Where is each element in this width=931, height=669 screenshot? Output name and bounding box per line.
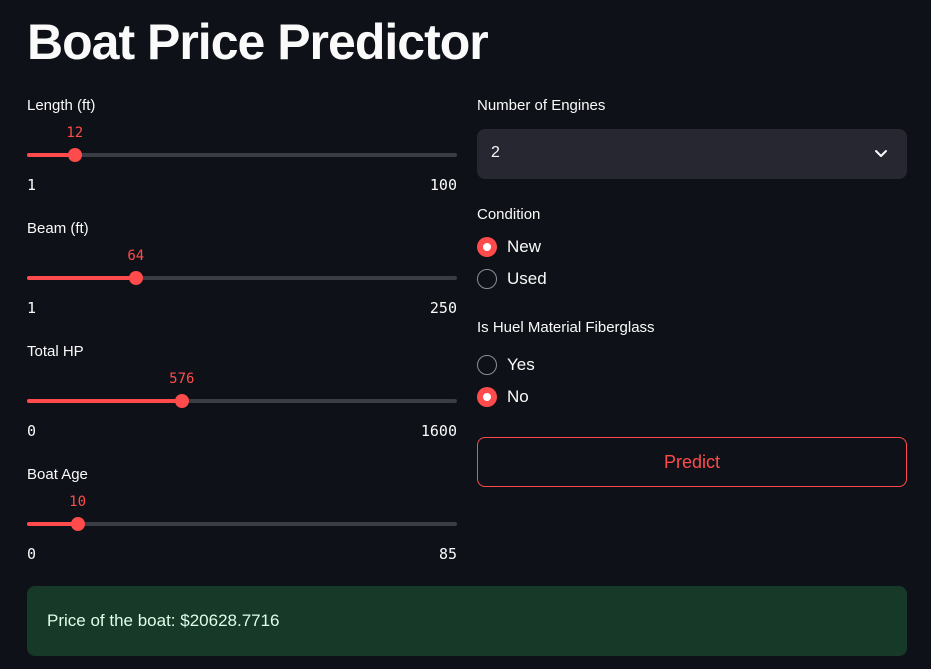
beam-slider-label: Beam (ft) [27, 220, 89, 237]
total-hp-slider-value: 576 [169, 371, 195, 387]
boat-age-slider-track[interactable] [27, 522, 457, 526]
boat-age-slider-min: 0 [27, 545, 37, 563]
condition-used-label: Used [507, 269, 547, 288]
fiberglass-option-yes[interactable]: Yes [477, 349, 907, 381]
beam-slider-fill [27, 276, 136, 280]
length-slider-thumb[interactable] [67, 148, 82, 162]
fiberglass-label: Is Huel Material Fiberglass [477, 319, 655, 336]
condition-new-radio[interactable] [477, 237, 497, 257]
result-text: Price of the boat: $20628.7716 [47, 611, 280, 630]
length-slider-value: 12 [66, 125, 84, 141]
length-slider[interactable]: Length (ft) 12 1 100 [27, 96, 457, 219]
beam-slider-area[interactable]: 64 [27, 245, 457, 299]
fiberglass-no-radio[interactable] [477, 387, 497, 407]
engines-select-group: Number of Engines 2 [477, 96, 907, 179]
condition-used-radio[interactable] [477, 269, 497, 289]
beam-slider-thumb[interactable] [128, 271, 143, 285]
total-hp-slider-min: 0 [27, 422, 37, 440]
boat-age-slider-ticks: 0 85 [27, 545, 457, 565]
condition-new-label: New [507, 237, 542, 256]
total-hp-slider-area[interactable]: 576 [27, 368, 457, 422]
right-column: Number of Engines 2 Condition New Used I… [477, 96, 907, 487]
fiberglass-yes-label: Yes [507, 355, 535, 374]
total-hp-slider[interactable]: Total HP 576 0 1600 [27, 342, 457, 465]
boat-age-slider-value: 10 [69, 494, 87, 510]
beam-slider-min: 1 [27, 299, 37, 317]
total-hp-slider-label: Total HP [27, 343, 84, 360]
engines-select[interactable]: 2 [477, 129, 907, 179]
chevron-down-icon[interactable] [873, 145, 889, 161]
boat-age-slider[interactable]: Boat Age 10 0 85 [27, 465, 457, 588]
condition-option-new[interactable]: New [477, 231, 907, 263]
beam-slider-ticks: 1 250 [27, 299, 457, 319]
fiberglass-yes-radio[interactable] [477, 355, 497, 375]
beam-slider[interactable]: Beam (ft) 64 1 250 [27, 219, 457, 342]
length-slider-min: 1 [27, 176, 37, 194]
total-hp-slider-fill [27, 399, 182, 403]
length-slider-max: 100 [429, 176, 457, 194]
engines-select-value: 2 [491, 144, 500, 161]
length-slider-track[interactable] [27, 153, 457, 157]
predict-button[interactable]: Predict [477, 437, 907, 487]
length-slider-ticks: 1 100 [27, 176, 457, 196]
total-hp-slider-max: 1600 [420, 422, 457, 440]
boat-age-slider-thumb[interactable] [70, 517, 85, 531]
engines-select-label: Number of Engines [477, 97, 606, 114]
condition-radio-group: Condition New Used [477, 205, 907, 295]
fiberglass-no-label: No [507, 387, 529, 406]
length-slider-label: Length (ft) [27, 97, 96, 114]
condition-label: Condition [477, 206, 541, 223]
boat-age-slider-area[interactable]: 10 [27, 491, 457, 545]
total-hp-slider-ticks: 0 1600 [27, 422, 457, 442]
total-hp-slider-thumb[interactable] [174, 394, 189, 408]
boat-age-slider-max: 85 [438, 545, 457, 563]
fiberglass-radio-group: Is Huel Material Fiberglass Yes No [477, 318, 907, 413]
length-slider-area[interactable]: 12 [27, 122, 457, 176]
boat-age-slider-label: Boat Age [27, 466, 88, 483]
beam-slider-value: 64 [127, 248, 145, 264]
left-column: Length (ft) 12 1 100 Beam (ft) 64 1 250 … [27, 96, 457, 588]
page-title: Boat Price Predictor [27, 14, 489, 70]
beam-slider-max: 250 [429, 299, 457, 317]
fiberglass-option-no[interactable]: No [477, 381, 907, 413]
condition-option-used[interactable]: Used [477, 263, 907, 295]
result-message: Price of the boat: $20628.7716 [27, 586, 907, 656]
